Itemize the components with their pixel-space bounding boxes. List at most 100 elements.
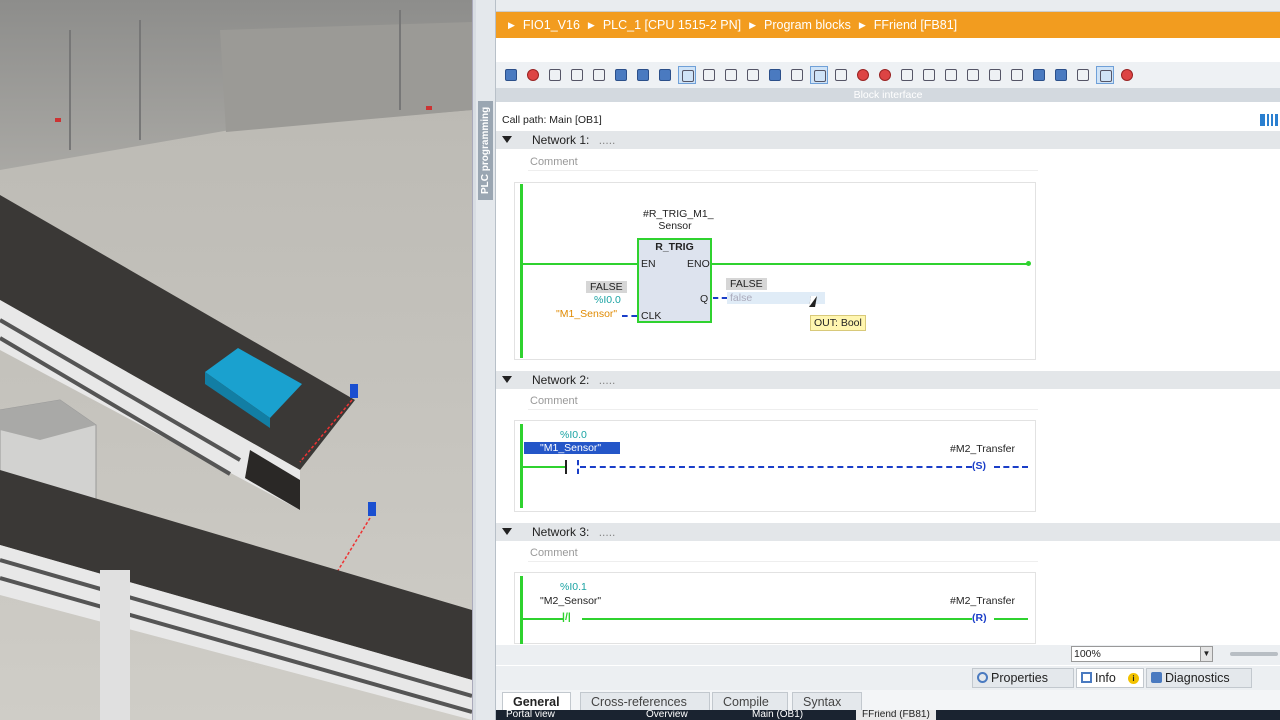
network-comments-icon[interactable] [788,66,806,84]
tab-info[interactable]: Info i [1076,668,1144,688]
tab-info-label: Info [1095,671,1116,685]
tab-properties-label: Properties [991,671,1048,685]
network-title-placeholder[interactable]: ..... [599,373,616,387]
comment-out-icon[interactable] [766,66,784,84]
set-coil-symbol[interactable]: (S) [972,460,986,472]
expand-all-icon[interactable] [700,66,718,84]
compare-icon[interactable] [1030,66,1048,84]
add-row-icon[interactable] [568,66,586,84]
contact-tag[interactable]: "M2_Sensor" [540,595,601,607]
network-title-placeholder[interactable]: ..... [599,133,616,147]
breakpoint-icon[interactable] [832,66,850,84]
network-1-header[interactable]: Network 1: ..... [496,131,1280,149]
tab-diagnostics-label: Diagnostics [1165,671,1230,685]
side-tab-plc-programming[interactable]: PLC programming [476,0,496,720]
delete-network-icon[interactable] [524,66,542,84]
modify-value-icon[interactable] [1118,66,1136,84]
insert-row-icon[interactable] [546,66,564,84]
task-main-ob1[interactable]: Main (OB1) [752,710,803,720]
network-3-comment[interactable]: Comment [528,544,1038,562]
next-error-icon[interactable] [986,66,1004,84]
properties-icon [977,672,988,683]
operand-tooltip: OUT: Bool [810,315,866,331]
diagnostics-icon [1151,672,1162,683]
collapse-triangle-icon[interactable] [502,528,512,535]
contact-tag-selected[interactable]: "M1_Sensor" [524,442,620,454]
favorites-icon[interactable] [744,66,762,84]
block-interface-splitter[interactable]: Block interface [496,88,1280,102]
update-call-icon[interactable] [1008,66,1026,84]
network-title: Network 2: [532,373,590,387]
subtab-general[interactable]: General [502,692,571,712]
breadcrumb-item-block[interactable]: FFriend [FB81] [874,18,957,32]
network-2-comment[interactable]: Comment [528,392,1038,410]
zoom-slider[interactable] [1230,652,1278,656]
instance-name-line1[interactable]: #R_TRIG_M1_ [643,208,714,220]
contact-address: %I0.1 [560,581,587,593]
collapse-all-icon[interactable] [722,66,740,84]
instance-name-line2[interactable]: Sensor [643,220,707,232]
zoom-select[interactable]: 100% ▼ [1071,646,1213,662]
open-branch-icon[interactable] [590,66,608,84]
monitor-icon[interactable] [1052,66,1070,84]
left-wire [520,618,564,620]
power-rail [520,576,523,644]
comment-toggle-icon[interactable] [678,66,696,84]
nc-contact-symbol[interactable]: |/| [562,611,571,623]
network-title-placeholder[interactable]: ..... [599,525,616,539]
disable-breakpoint-icon[interactable] [876,66,894,84]
clk-tag[interactable]: "M1_Sensor" [556,308,617,320]
glasses-monitoring-icon[interactable] [1096,66,1114,84]
step-icon[interactable] [920,66,938,84]
factory-scene-illustration [0,0,472,720]
pin-en: EN [641,258,656,270]
network-2-header[interactable]: Network 2: ..... [496,371,1280,389]
network-1-comment[interactable]: Comment [528,153,1038,171]
tab-diagnostics[interactable]: Diagnostics [1146,668,1252,688]
portal-view-button[interactable]: Portal view [506,710,555,720]
task-overview[interactable]: Overview [646,710,688,720]
subtab-cross-references[interactable]: Cross-references [580,692,710,712]
abs-operand-icon[interactable] [612,66,630,84]
symbolic-operand-icon[interactable] [634,66,652,84]
coil-tag[interactable]: #M2_Transfer [950,595,1015,607]
monitor-all-icon[interactable] [942,66,960,84]
subtab-compile[interactable]: Compile [712,692,788,712]
en-wire [520,263,638,265]
left-wire [520,466,566,468]
zoom-value: 100% [1074,648,1101,660]
rung-end-dot [1026,261,1031,266]
coil-tag[interactable]: #M2_Transfer [950,443,1015,455]
network-3-header[interactable]: Network 3: ..... [496,523,1280,541]
symbol-info-icon[interactable] [656,66,674,84]
box-title: R_TRIG [655,241,694,253]
collapse-triangle-icon[interactable] [502,376,512,383]
clk-address: %I0.0 [594,294,621,306]
network-title: Network 3: [532,525,590,539]
breadcrumb-item-project[interactable]: FIO1_V16 [523,18,580,32]
previous-error-icon[interactable] [964,66,982,84]
collapse-triangle-icon[interactable] [502,136,512,143]
subtab-syntax[interactable]: Syntax [792,692,862,712]
clk-monitor-value: FALSE [586,281,627,293]
chevron-down-icon[interactable]: ▼ [1200,647,1212,661]
task-ffriend-fb81[interactable]: FFriend (FB81) [856,710,936,720]
coil-label: S [975,460,983,472]
no-contact-symbol[interactable] [565,460,579,474]
contact-to-coil-wire [582,618,972,620]
q-wire [713,297,727,299]
breadcrumb-item-plc[interactable]: PLC_1 [CPU 1515-2 PN] [603,18,741,32]
remove-breakpoint-icon[interactable] [854,66,872,84]
reset-coil-symbol[interactable]: (R) [972,612,987,624]
breadcrumb-arrow-icon: ▶ [587,19,595,30]
insert-network-icon[interactable] [502,66,520,84]
settings-icon[interactable] [1074,66,1092,84]
pin-eno: ENO [687,258,710,270]
coil-out-wire [994,466,1028,468]
breadcrumb-item-program-blocks[interactable]: Program blocks [764,18,851,32]
favorites-toggle-icon[interactable] [810,66,828,84]
breadcrumb: ▶ FIO1_V16 ▶ PLC_1 [CPU 1515-2 PN] ▶ Pro… [496,12,1280,38]
go-to-icon[interactable] [898,66,916,84]
tab-properties[interactable]: Properties [972,668,1074,688]
pin-q: Q [700,293,709,305]
